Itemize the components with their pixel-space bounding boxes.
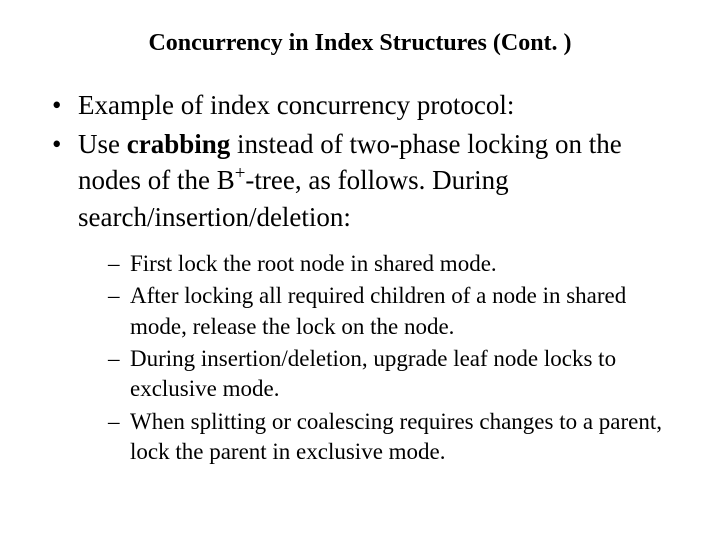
bullet-item: Example of index concurrency protocol: <box>50 87 670 123</box>
sub-bullet-text: After locking all required children of a… <box>130 283 626 338</box>
sub-bullet-text: During insertion/deletion, upgrade leaf … <box>130 346 616 401</box>
bullet-text-bold: crabbing <box>127 129 231 159</box>
superscript-plus: + <box>235 163 246 184</box>
slide: Concurrency in Index Structures (Cont. )… <box>0 0 720 540</box>
bullet-text: Example of index concurrency protocol: <box>78 90 514 120</box>
sub-bullet-item: During insertion/deletion, upgrade leaf … <box>108 344 670 405</box>
sub-bullet-text: First lock the root node in shared mode. <box>130 251 497 276</box>
slide-title: Concurrency in Index Structures (Cont. ) <box>50 28 670 59</box>
sub-bullet-text: When splitting or coalescing requires ch… <box>130 409 662 464</box>
sub-bullet-item: First lock the root node in shared mode. <box>108 249 670 279</box>
bullet-item: Use crabbing instead of two-phase lockin… <box>50 126 670 468</box>
bullet-list-level1: Example of index concurrency protocol: U… <box>50 87 670 467</box>
bullet-list-level2: First lock the root node in shared mode.… <box>78 249 670 468</box>
sub-bullet-item: After locking all required children of a… <box>108 281 670 342</box>
bullet-text-pre: Use <box>78 129 127 159</box>
sub-bullet-item: When splitting or coalescing requires ch… <box>108 407 670 468</box>
